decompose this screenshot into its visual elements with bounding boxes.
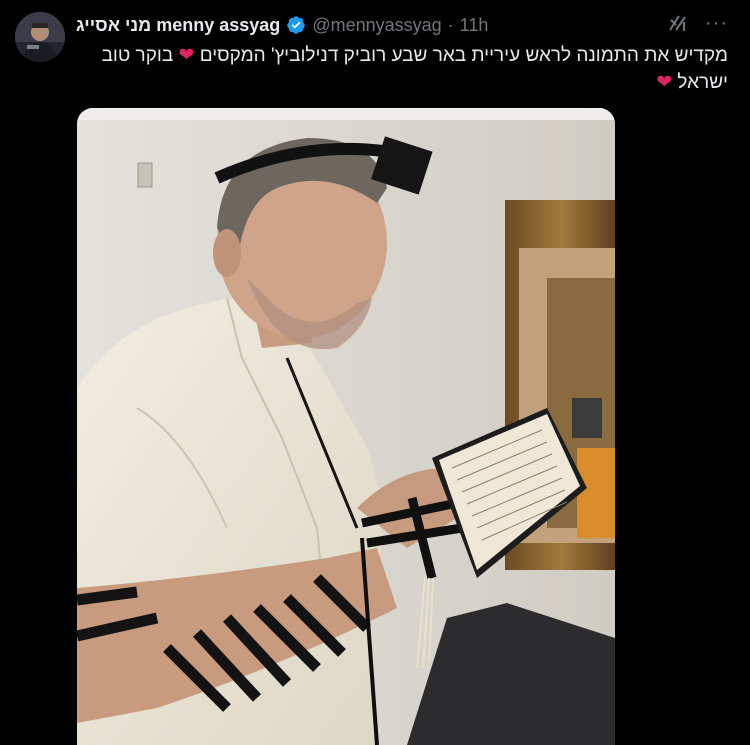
tweet-text-part: ישראל bbox=[677, 72, 728, 93]
tweet-text-line-2: ישראל ❤ bbox=[76, 69, 728, 96]
grok-icon[interactable] bbox=[667, 12, 689, 34]
tweet-card: מני אסייג menny assyag @mennyassyag · 11… bbox=[0, 0, 750, 745]
verified-badge-icon bbox=[286, 15, 306, 35]
separator-dot: · bbox=[447, 14, 454, 35]
more-icon[interactable]: ··· bbox=[705, 13, 728, 33]
heart-emoji-icon: ❤ bbox=[656, 72, 673, 93]
tweet-text: מקדיש את התמונה לראש עיריית באר שבע רובי… bbox=[76, 42, 728, 96]
tweet-header: מני אסייג menny assyag @mennyassyag · 11… bbox=[76, 12, 488, 38]
tweet-photo[interactable] bbox=[77, 108, 615, 745]
tweet-text-line-1: מקדיש את התמונה לראש עיריית באר שבע רובי… bbox=[76, 42, 728, 69]
tweet-text-part: מקדיש את התמונה לראש עיריית באר שבע רובי… bbox=[199, 45, 728, 66]
avatar[interactable] bbox=[15, 12, 65, 62]
heart-emoji-icon: ❤ bbox=[178, 45, 195, 66]
photo-illustration bbox=[77, 108, 615, 745]
tweet-actions-top: ··· bbox=[667, 12, 728, 34]
timestamp[interactable]: 11h bbox=[460, 15, 489, 36]
user-handle[interactable]: @mennyassyag bbox=[312, 15, 441, 36]
tweet-text-part: בוקר טוב bbox=[101, 45, 174, 66]
display-name[interactable]: מני אסייג menny assyag bbox=[76, 15, 280, 36]
avatar-image bbox=[15, 12, 65, 62]
